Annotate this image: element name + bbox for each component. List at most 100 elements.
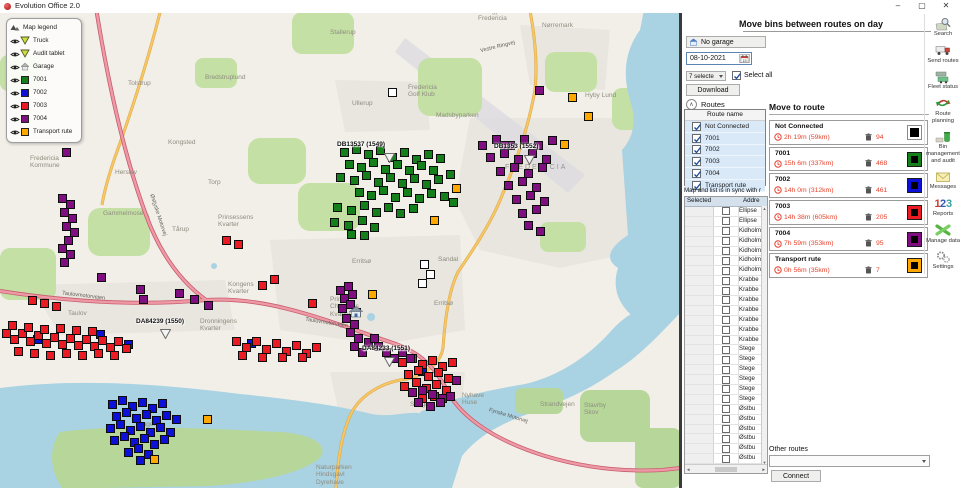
table-row[interactable]: Krabbe xyxy=(685,286,767,296)
bin-marker-7001[interactable] xyxy=(360,231,369,240)
bin-marker-7001[interactable] xyxy=(424,150,433,159)
garage-select-button[interactable]: No garage xyxy=(686,36,766,48)
bin-marker-7004[interactable] xyxy=(426,402,435,411)
bin-marker-7003[interactable] xyxy=(258,281,267,290)
bin-marker-7001[interactable] xyxy=(330,218,339,227)
bin-marker-7004[interactable] xyxy=(536,227,545,236)
route-row-7004[interactable]: 7004 xyxy=(685,168,765,180)
bin-marker-7003[interactable] xyxy=(278,353,287,362)
nav-item-route-planning[interactable]: Route planning xyxy=(925,94,960,127)
table-row[interactable]: Østbu xyxy=(685,425,767,435)
table-row[interactable]: Østbu xyxy=(685,405,767,415)
bin-marker-7002[interactable] xyxy=(136,422,145,431)
bin-marker-7004[interactable] xyxy=(518,177,527,186)
trash-icon[interactable] xyxy=(865,186,872,196)
bin-marker-7003[interactable] xyxy=(448,358,457,367)
bin-marker-7003[interactable] xyxy=(312,343,321,352)
table-row[interactable]: Stege xyxy=(685,375,767,385)
table-row[interactable]: Stege xyxy=(685,385,767,395)
bin-marker-transport[interactable] xyxy=(560,140,569,149)
bin-marker-7001[interactable] xyxy=(344,221,353,230)
row-checkbox-cell[interactable] xyxy=(714,365,739,374)
bin-marker-7003[interactable] xyxy=(56,324,65,333)
route-card-transport-rute[interactable]: Transport rute0h 56m (35km)7 xyxy=(769,253,928,278)
routes-count-dropdown[interactable]: 7 selecte xyxy=(686,71,726,81)
bin-marker-7003[interactable] xyxy=(24,323,33,332)
route-row-not-connected[interactable]: Not Connected xyxy=(685,121,765,133)
bin-marker-7003[interactable] xyxy=(272,339,281,348)
bin-marker-7003[interactable] xyxy=(298,353,307,362)
row-checkbox-cell[interactable] xyxy=(714,375,739,384)
bin-marker-7004[interactable] xyxy=(418,386,427,395)
bin-marker-7003[interactable] xyxy=(434,368,443,377)
trash-icon[interactable] xyxy=(865,239,872,249)
bin-marker-7004[interactable] xyxy=(526,191,535,200)
bin-marker-7004[interactable] xyxy=(97,273,106,282)
bin-marker-7003[interactable] xyxy=(232,337,241,346)
bin-marker-7001[interactable] xyxy=(410,174,419,183)
checkbox-unchecked-icon[interactable] xyxy=(722,296,730,304)
bin-marker-7003[interactable] xyxy=(88,327,97,336)
bin-marker-7001[interactable] xyxy=(370,223,379,232)
bin-marker-7003[interactable] xyxy=(30,349,39,358)
bin-marker-7001[interactable] xyxy=(400,148,409,157)
bin-marker-7001[interactable] xyxy=(409,204,418,213)
bin-marker-7002[interactable] xyxy=(158,399,167,408)
trash-icon[interactable] xyxy=(865,133,872,143)
checkbox-unchecked-icon[interactable] xyxy=(722,316,730,324)
bin-marker-7004[interactable] xyxy=(452,376,461,385)
bin-marker-7004[interactable] xyxy=(60,258,69,267)
table-row[interactable]: Stege xyxy=(685,395,767,405)
bin-marker-7004[interactable] xyxy=(446,392,455,401)
table-row[interactable]: Kidholm xyxy=(685,227,767,237)
row-checkbox-cell[interactable] xyxy=(714,316,739,325)
table-row[interactable]: Kidholm xyxy=(685,237,767,247)
bin-marker-7004[interactable] xyxy=(348,290,357,299)
bin-marker-7002[interactable] xyxy=(124,448,133,457)
bin-marker-7001[interactable] xyxy=(336,173,345,182)
trash-icon[interactable] xyxy=(865,213,872,223)
bin-marker-7001[interactable] xyxy=(417,161,426,170)
bin-marker-7004[interactable] xyxy=(532,205,541,214)
bin-marker-7004[interactable] xyxy=(414,398,423,407)
bin-marker-7004[interactable] xyxy=(190,295,199,304)
nav-item-manage-data[interactable]: Manage data xyxy=(925,221,960,248)
bin-marker-7001[interactable] xyxy=(434,175,443,184)
row-checkbox-cell[interactable] xyxy=(714,296,739,305)
checkbox-unchecked-icon[interactable] xyxy=(722,376,730,384)
route-card-7002[interactable]: 700214h 0m (312km)461 xyxy=(769,173,928,198)
bin-marker-7001[interactable] xyxy=(384,203,393,212)
table-row[interactable]: Krabbe xyxy=(685,336,767,346)
checkbox-checked-icon[interactable] xyxy=(692,169,701,178)
checkbox-unchecked-icon[interactable] xyxy=(722,356,730,364)
bin-marker-7003[interactable] xyxy=(40,325,49,334)
row-checkbox-cell[interactable] xyxy=(714,345,739,354)
bin-marker-7004[interactable] xyxy=(535,86,544,95)
bin-marker-7001[interactable] xyxy=(436,154,445,163)
bin-marker-7001[interactable] xyxy=(362,171,371,180)
trash-icon[interactable] xyxy=(865,266,872,276)
checkbox-unchecked-icon[interactable] xyxy=(722,346,730,354)
row-checkbox-cell[interactable] xyxy=(714,217,739,226)
checkbox-unchecked-icon[interactable] xyxy=(722,287,730,295)
bin-marker-7004[interactable] xyxy=(524,221,533,230)
route-card-7001[interactable]: 700115h 6m (337km)468 xyxy=(769,147,928,172)
nav-item-reports[interactable]: 123Reports xyxy=(925,194,960,221)
bin-marker-7004[interactable] xyxy=(504,181,513,190)
bin-marker-7002[interactable] xyxy=(172,415,181,424)
bin-marker-7002[interactable] xyxy=(136,456,145,465)
table-row[interactable]: Kidholm xyxy=(685,247,767,257)
checkbox-unchecked-icon[interactable] xyxy=(722,217,730,225)
nav-item-settings[interactable]: Settings xyxy=(925,247,960,274)
scroll-thumb[interactable] xyxy=(715,467,737,472)
row-checkbox-cell[interactable] xyxy=(714,444,739,453)
bin-marker-7004[interactable] xyxy=(500,149,509,158)
bin-marker-7002[interactable] xyxy=(138,398,147,407)
bin-marker-7003[interactable] xyxy=(238,351,247,360)
table-row[interactable]: Krabbe xyxy=(685,306,767,316)
bin-marker-7004[interactable] xyxy=(538,163,547,172)
bin-marker-7003[interactable] xyxy=(78,351,87,360)
route-row-7003[interactable]: 7003 xyxy=(685,156,765,168)
bin-marker-7003[interactable] xyxy=(222,236,231,245)
bin-marker-transport[interactable] xyxy=(203,415,212,424)
